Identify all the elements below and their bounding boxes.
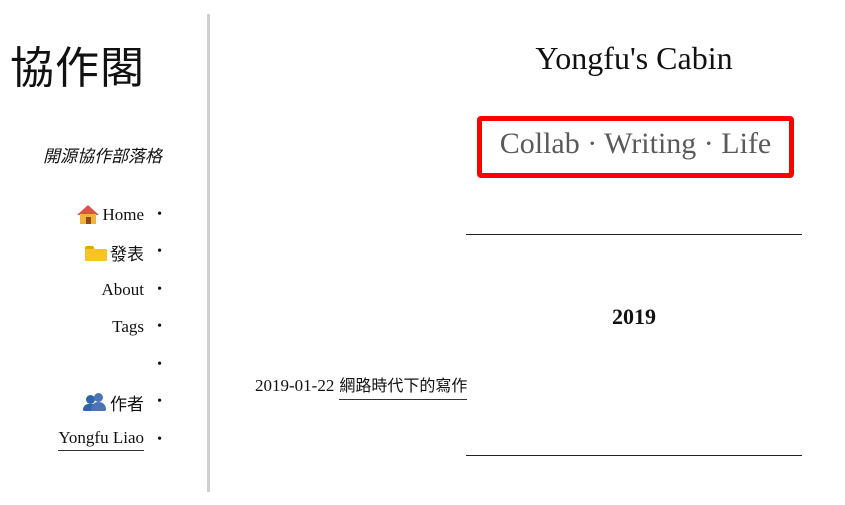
post-title-link[interactable]: 網路時代下的寫作 bbox=[339, 372, 468, 400]
page-title: Yongfu's Cabin bbox=[535, 40, 733, 76]
sidebar: 協作閣 開源協作部落格 Home • 發表 • About • Tags • •… bbox=[0, 0, 208, 492]
nav-item-publish[interactable]: 發表 • bbox=[58, 234, 162, 272]
nav-label-person[interactable]: Yongfu Liao bbox=[58, 428, 144, 452]
nav-item-tags[interactable]: Tags • bbox=[58, 309, 162, 347]
post-date: 2019-01-22 bbox=[255, 376, 335, 395]
horizontal-rule bbox=[466, 455, 802, 456]
list-bullet: • bbox=[157, 281, 162, 297]
nav-item-home[interactable]: Home • bbox=[58, 196, 162, 234]
tagline: Collab · Writing · Life bbox=[499, 127, 772, 160]
list-bullet: • bbox=[157, 356, 162, 372]
sidebar-nav: Home • 發表 • About • Tags • • 作者 • Yongfu… bbox=[58, 196, 162, 459]
nav-item-author[interactable]: 作者 • bbox=[58, 384, 162, 422]
list-bullet: • bbox=[157, 431, 162, 447]
nav-item-home-label-wrap: Home bbox=[76, 204, 144, 225]
nav-label-tags[interactable]: Tags bbox=[112, 317, 144, 337]
horizontal-rule bbox=[466, 234, 802, 235]
list-bullet: • bbox=[157, 206, 162, 222]
list-bullet: • bbox=[157, 319, 162, 335]
home-icon bbox=[76, 204, 100, 225]
nav-item-empty: • bbox=[58, 346, 162, 384]
people-icon bbox=[83, 393, 107, 412]
nav-label-about[interactable]: About bbox=[102, 280, 145, 300]
nav-label-home[interactable]: Home bbox=[102, 205, 144, 225]
list-bullet: • bbox=[157, 394, 162, 410]
nav-item-about[interactable]: About • bbox=[58, 271, 163, 309]
list-bullet: • bbox=[157, 244, 162, 260]
sidebar-divider bbox=[207, 14, 210, 492]
nav-item-person[interactable]: Yongfu Liao • bbox=[58, 421, 162, 459]
nav-label-author[interactable]: 作者 bbox=[110, 390, 144, 415]
site-title[interactable]: 協作閣 bbox=[10, 32, 145, 96]
year-heading: 2019 bbox=[612, 304, 656, 329]
folder-icon bbox=[85, 244, 107, 261]
post-list-item: 2019-01-22 網路時代下的寫作 bbox=[255, 372, 468, 400]
nav-item-author-label-wrap: 作者 bbox=[83, 390, 144, 415]
site-subtitle: 開源協作部落格 bbox=[43, 147, 162, 167]
nav-item-publish-label-wrap: 發表 bbox=[85, 240, 144, 265]
nav-label-publish[interactable]: 發表 bbox=[110, 240, 144, 265]
